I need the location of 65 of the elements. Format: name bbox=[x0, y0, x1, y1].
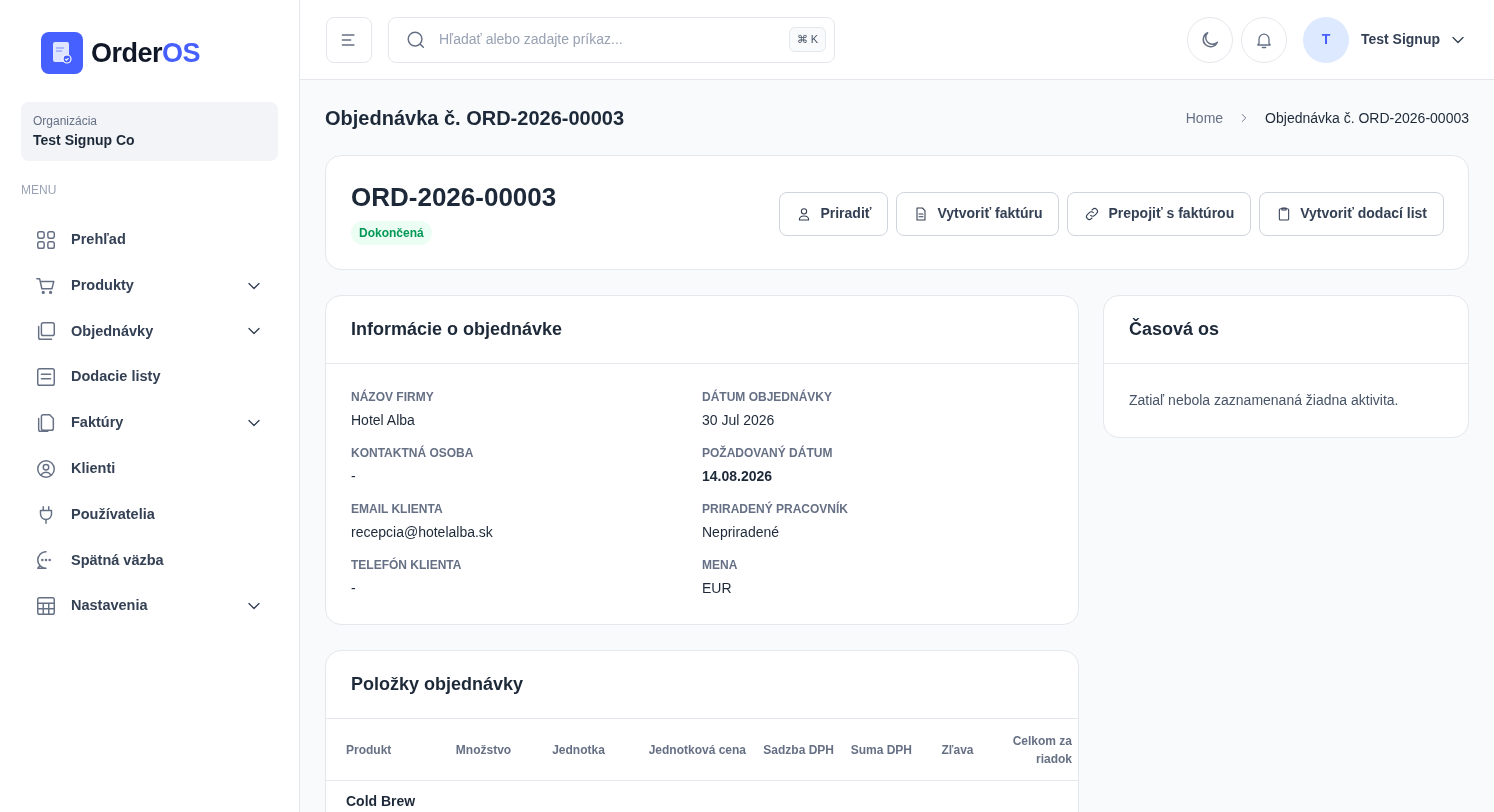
sidebar-item[interactable]: Dodacie listy bbox=[21, 354, 278, 401]
action-button[interactable]: Priradiť bbox=[779, 191, 889, 236]
sidebar-item[interactable]: Prehľad bbox=[21, 217, 278, 263]
sidebar-item[interactable]: Klienti bbox=[21, 446, 278, 492]
field-value: - bbox=[351, 579, 357, 599]
sidebar-item[interactable]: Faktúry bbox=[21, 400, 278, 446]
card-title: Časová os bbox=[1104, 296, 1468, 365]
field-label: MENA bbox=[702, 557, 739, 575]
organization-label: Organizácia bbox=[33, 113, 99, 130]
sidebar-item[interactable]: Nastavenia bbox=[21, 583, 278, 630]
field-value: - bbox=[351, 467, 357, 487]
user-circle-icon bbox=[35, 457, 57, 480]
search-bar[interactable]: Hľadať alebo zadajte príkaz... ⌘ K bbox=[388, 16, 835, 63]
page-title: Objednávka č. ORD-2026-00003 bbox=[325, 106, 625, 130]
sidebar-item[interactable]: Používatelia bbox=[21, 491, 278, 538]
column-header: Jednotka bbox=[551, 741, 606, 759]
field-label: TELEFÓN KLIENTA bbox=[351, 556, 463, 575]
status-badge: Dokončená bbox=[351, 221, 432, 246]
list-icon bbox=[35, 366, 57, 389]
sidebar-item[interactable]: Objednávky bbox=[21, 308, 278, 355]
order-number: ORD-2026-00003 bbox=[351, 182, 557, 214]
menu-button[interactable] bbox=[326, 16, 372, 63]
grid-icon bbox=[35, 228, 57, 251]
breadcrumb-current: Objednávka č. ORD-2026-00003 bbox=[1265, 108, 1469, 128]
field-label: POŽADOVANÝ DÁTUM bbox=[702, 444, 834, 463]
user-avatar[interactable]: T bbox=[1302, 16, 1349, 63]
column-header: Zľava bbox=[940, 741, 975, 759]
search-field[interactable]: Hľadať alebo zadajte príkaz... bbox=[437, 28, 789, 51]
action-button[interactable]: Vytvoriť faktúru bbox=[896, 191, 1060, 236]
menu-heading: MENU bbox=[21, 182, 58, 199]
column-header: Množstvo bbox=[454, 741, 513, 759]
organization-name: Test Signup Co bbox=[33, 131, 136, 150]
column-header: Celkom za riadok bbox=[1011, 732, 1073, 768]
field-label: NÁZOV FIRMY bbox=[351, 388, 435, 407]
sidebar-item[interactable]: Spätná väzba bbox=[21, 537, 278, 584]
brand-name: OrderOS bbox=[91, 36, 201, 70]
table-cell-text: Cold Brew bbox=[346, 792, 416, 812]
field-label: PRIRADENÝ PRACOVNÍK bbox=[702, 500, 849, 519]
user-name[interactable]: Test Signup bbox=[1360, 29, 1440, 50]
action-button[interactable]: Vytvoriť dodací list bbox=[1259, 191, 1444, 236]
field-label: DÁTUM OBJEDNÁVKY bbox=[702, 388, 833, 407]
field-label: KONTAKTNÁ OSOBA bbox=[351, 444, 475, 463]
field-value: 14.08.2026 bbox=[702, 467, 774, 487]
shortcut-hint: ⌘ K bbox=[788, 27, 826, 52]
action-button[interactable]: Prepojiť s faktúrou bbox=[1067, 191, 1252, 236]
field-value: Hotel Alba bbox=[351, 411, 416, 431]
breadcrumb-link[interactable]: Home bbox=[1185, 107, 1224, 129]
sidebar-item[interactable]: Produkty bbox=[21, 262, 278, 309]
column-header: Jednotková cena bbox=[647, 741, 747, 759]
copy-icon bbox=[35, 320, 57, 343]
card-title: Položky objednávky bbox=[326, 651, 1078, 720]
column-header: Sadzba DPH bbox=[762, 741, 835, 759]
empty-message: Zatiaľ nebola zaznamenaná žiadna aktivita. bbox=[1128, 391, 1400, 411]
table-icon bbox=[35, 595, 57, 618]
field-value: 30 Jul 2026 bbox=[702, 411, 776, 431]
column-header: Produkt bbox=[345, 741, 393, 759]
column-header: Suma DPH bbox=[849, 741, 913, 759]
field-label: EMAIL KLIENTA bbox=[351, 501, 444, 519]
link-icon bbox=[1084, 205, 1101, 222]
field-value: EUR bbox=[702, 579, 733, 599]
field-value: recepcia@hotelalba.sk bbox=[351, 523, 494, 543]
documents-icon bbox=[35, 412, 57, 435]
field-value: Nepriradené bbox=[702, 523, 781, 543]
card-title: Informácie o objednávke bbox=[326, 296, 1078, 365]
logo-icon bbox=[41, 32, 83, 74]
